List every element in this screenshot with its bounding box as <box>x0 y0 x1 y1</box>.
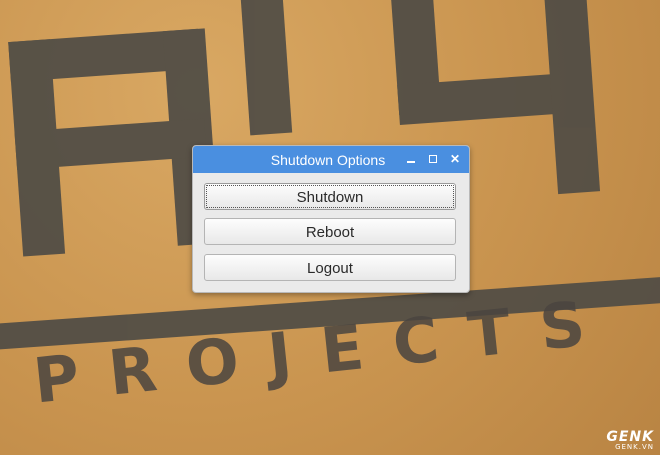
watermark-brand: GENK <box>606 429 654 445</box>
logout-button[interactable]: Logout <box>204 254 456 281</box>
maximize-button[interactable] <box>425 151 441 167</box>
reboot-button[interactable]: Reboot <box>204 218 456 245</box>
watermark: GENK GENK.VN <box>606 430 654 451</box>
close-button[interactable]: ✕ <box>447 151 463 167</box>
shutdown-button[interactable]: Shutdown <box>204 183 456 210</box>
dialog-title: Shutdown Options <box>270 152 386 168</box>
minimize-button[interactable] <box>403 151 419 167</box>
shutdown-options-dialog: Shutdown Options ✕ Shutdown Reboot Logou… <box>192 145 470 293</box>
maximize-icon <box>429 155 437 163</box>
close-icon: ✕ <box>449 152 461 166</box>
minimize-icon <box>407 161 415 163</box>
dialog-titlebar[interactable]: Shutdown Options ✕ <box>193 146 469 173</box>
watermark-domain: GENK.VN <box>615 443 654 451</box>
